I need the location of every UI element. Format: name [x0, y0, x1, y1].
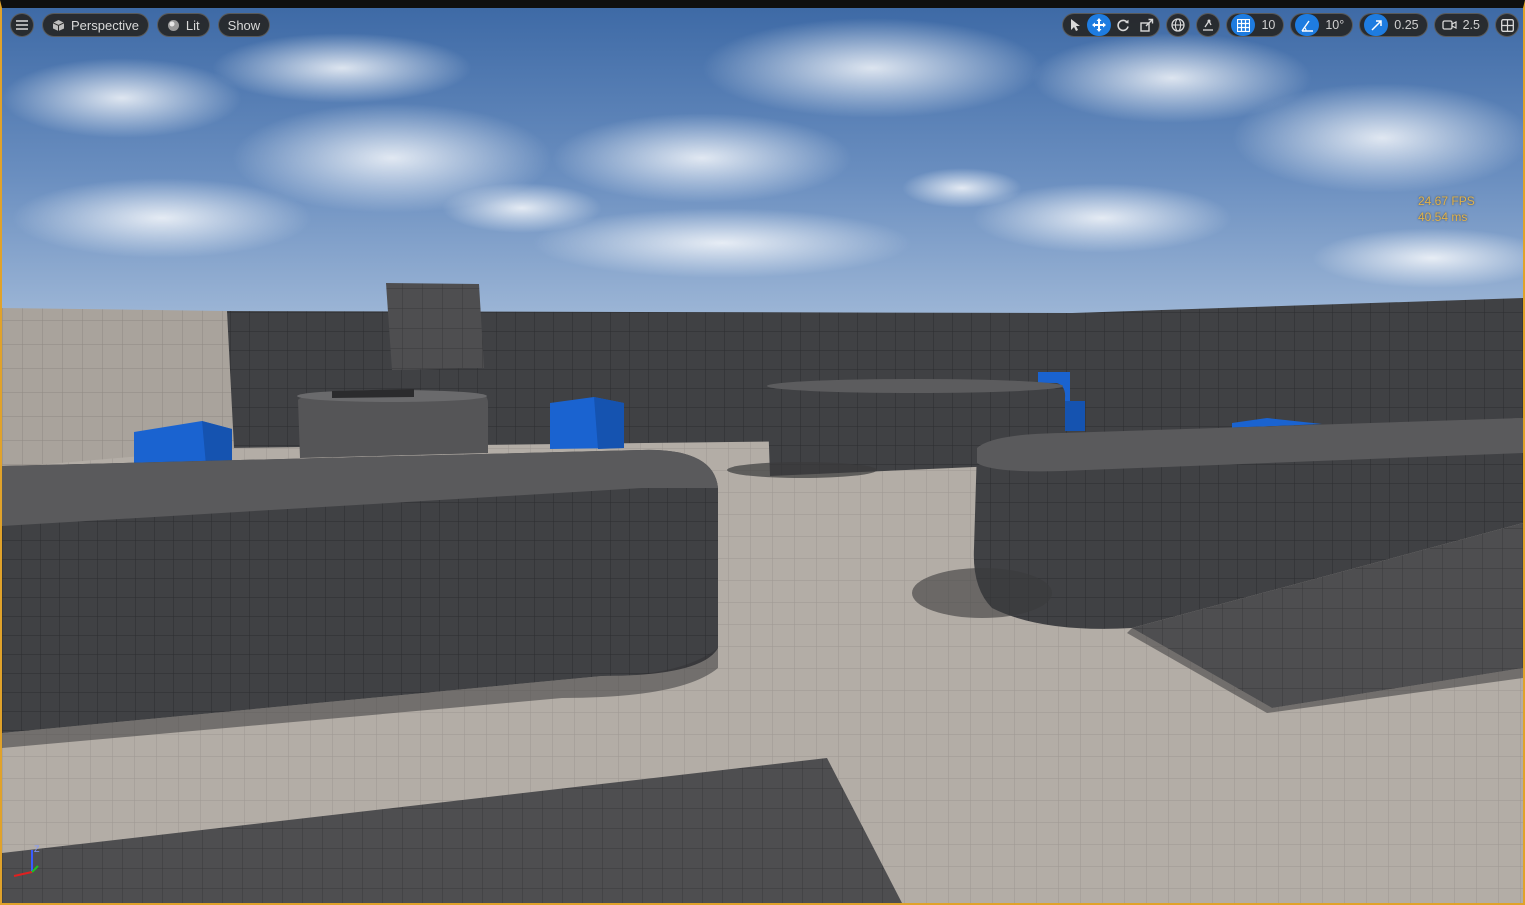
- show-label: Show: [227, 17, 261, 33]
- scale-mode-button[interactable]: [1135, 14, 1159, 36]
- translate-mode-button[interactable]: [1087, 14, 1112, 36]
- camera-speed-group: 2.5: [1433, 13, 1489, 37]
- viewport-scene[interactable]: [2, 8, 1523, 903]
- rotation-snap-group: 10°: [1290, 13, 1354, 37]
- select-mode-button[interactable]: [1063, 14, 1087, 36]
- rotate-icon: [1116, 18, 1130, 32]
- frame-time-value: 40.54 ms: [1418, 210, 1468, 224]
- select-arrow-icon: [1069, 18, 1081, 32]
- scale-icon: [1140, 18, 1154, 32]
- surface-snapping-button[interactable]: [1196, 13, 1221, 37]
- scale-snap-group: 0.25: [1359, 13, 1428, 37]
- grid-snap-group: 10: [1226, 13, 1285, 37]
- grid-snap-value[interactable]: 10: [1259, 18, 1279, 32]
- lighting-mode-button[interactable]: Lit: [156, 13, 210, 37]
- rotation-snap-value[interactable]: 10°: [1323, 18, 1348, 32]
- viewport-toolbar-right: 10 10° 0.25 2.5: [1062, 13, 1519, 37]
- grid-snap-icon: [1231, 14, 1256, 36]
- rotation-snap-toggle[interactable]: 10°: [1291, 14, 1352, 36]
- camera-speed-value[interactable]: 2.5: [1461, 18, 1484, 32]
- show-flags-button[interactable]: Show: [217, 13, 271, 37]
- angle-snap-icon: [1295, 14, 1320, 36]
- world-local-globe-icon: [1171, 18, 1186, 32]
- coordinate-system-button[interactable]: [1166, 13, 1191, 37]
- rotate-mode-button[interactable]: [1111, 14, 1135, 36]
- scale-snap-icon: [1364, 14, 1389, 36]
- axis-z-label: Z: [34, 844, 40, 854]
- perspective-cube-icon: [52, 19, 65, 32]
- camera-speed-icon: [1439, 19, 1457, 31]
- fps-value: 24.67 FPS: [1418, 194, 1475, 208]
- translate-move-icon: [1092, 18, 1107, 32]
- viewport-layout-button[interactable]: [1495, 13, 1519, 37]
- viewport-toolbar-left: Perspective Lit Show: [10, 13, 271, 37]
- axis-gizmo: Z: [8, 842, 48, 882]
- lit-sphere-icon: [167, 19, 180, 32]
- scale-snap-value[interactable]: 0.25: [1392, 18, 1422, 32]
- view-mode-label: Perspective: [71, 17, 139, 33]
- level-viewport[interactable]: Perspective Lit Show 10 10° 0.25 2.5 24.…: [0, 0, 1525, 905]
- menu-icon: [16, 20, 28, 30]
- scale-snap-toggle[interactable]: 0.25: [1360, 14, 1426, 36]
- fps-stats: 24.67 FPS 40.54 ms: [1418, 193, 1475, 225]
- camera-speed-button[interactable]: 2.5: [1435, 14, 1488, 36]
- surface-snap-icon: [1201, 18, 1215, 32]
- viewport-layout-icon: [1500, 18, 1514, 32]
- view-mode-button[interactable]: Perspective: [42, 13, 149, 37]
- viewport-menu-button[interactable]: [10, 13, 34, 37]
- grid-snap-toggle[interactable]: 10: [1227, 14, 1283, 36]
- transform-tools-group: [1062, 13, 1161, 37]
- lighting-mode-label: Lit: [185, 17, 200, 33]
